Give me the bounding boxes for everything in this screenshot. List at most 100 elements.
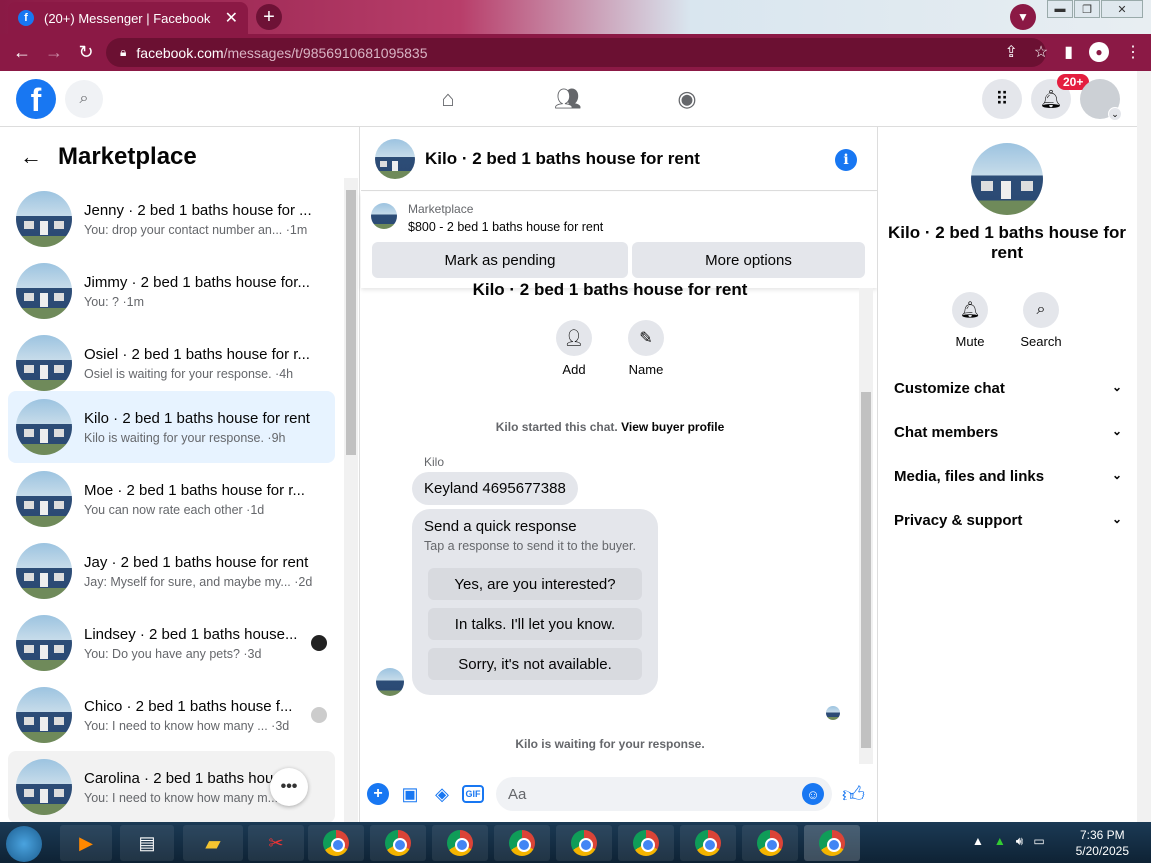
chevron-down-icon: ⌄ <box>1111 424 1122 438</box>
more-options-button[interactable]: More options <box>632 242 865 278</box>
sticker-icon[interactable]: ◈ <box>431 783 453 805</box>
close-window-icon[interactable]: ✕ <box>1101 0 1143 18</box>
photo-icon[interactable]: ▣ <box>399 783 421 805</box>
message-bubble[interactable]: Keyland 4695677388 <box>412 472 578 505</box>
chrome-taskbar-icon[interactable] <box>742 825 798 861</box>
reload-icon[interactable]: ↻ <box>70 42 102 63</box>
tab-search-icon[interactable]: ▼ <box>1010 4 1036 30</box>
gif-icon[interactable]: GIF <box>462 785 484 803</box>
chevron-down-icon: ⌄ <box>1111 512 1122 526</box>
menu-grid-icon[interactable]: ⠿ <box>982 79 1022 119</box>
taskbar-clock[interactable]: 7:36 PM 5/20/2025 <box>1076 827 1129 859</box>
back-arrow-icon[interactable]: ← <box>20 144 42 170</box>
facebook-favicon-icon: f <box>18 10 34 26</box>
conversation-item[interactable]: Chico · 2 bed 1 baths house f... You: I n… <box>8 679 335 751</box>
mark-as-pending-button[interactable]: Mark as pending <box>372 242 628 278</box>
url-field[interactable]: 🔒︎ facebook.com/messages/t/9856910681095… <box>106 38 1046 67</box>
conversation-preview: You: I need to know how many ... ·3d <box>84 718 290 733</box>
listing-thumbnail[interactable] <box>371 203 397 229</box>
conversation-title: Jay · 2 bed 1 baths house for rent <box>84 553 309 571</box>
seen-avatar-icon <box>311 635 327 651</box>
sender-avatar[interactable] <box>376 668 404 696</box>
side-panel-icon[interactable]: ▮ <box>1064 42 1073 62</box>
notepad-icon[interactable]: ▤ <box>120 825 174 861</box>
thumbs-up-icon[interactable]: 👍︎ <box>842 781 865 808</box>
snipping-tool-icon[interactable]: ✂ <box>248 825 304 861</box>
tab-close-icon[interactable]: ✕ <box>225 8 238 28</box>
chrome-taskbar-icon[interactable] <box>494 825 550 861</box>
search-in-chat-button[interactable]: ⌕ Search <box>1011 292 1071 349</box>
volume-icon[interactable]: 🔊︎ <box>1016 834 1024 849</box>
sender-name: Kilo <box>424 455 445 469</box>
facebook-logo-icon[interactable]: f <box>16 79 56 119</box>
back-icon[interactable]: ← <box>6 42 38 63</box>
house-avatar <box>16 471 72 527</box>
friends-icon[interactable]: 👥︎ <box>554 85 582 113</box>
search-label: Search <box>1020 334 1062 349</box>
info-icon[interactable]: i <box>835 149 857 171</box>
conversation-title: Lindsey · 2 bed 1 baths house... <box>84 625 298 643</box>
add-people-button[interactable]: 👤︎ Add <box>544 320 604 377</box>
restore-icon[interactable]: ❐ <box>1074 0 1100 18</box>
conversation-item-active[interactable]: Kilo · 2 bed 1 baths house for rent Kilo … <box>8 391 335 463</box>
browser-tab[interactable]: f (20+) Messenger | Facebook ✕ <box>8 2 248 34</box>
quick-reply-button[interactable]: Sorry, it's not available. <box>428 648 642 680</box>
chrome-taskbar-icon[interactable] <box>432 825 488 861</box>
chat-details-avatar[interactable] <box>971 143 1043 215</box>
mute-button[interactable]: 🔔︎ Mute <box>940 292 1000 349</box>
tray-expand-icon[interactable]: ▲ <box>972 834 984 849</box>
chat-avatar[interactable] <box>375 138 415 179</box>
listing-price[interactable]: $800 - 2 bed 1 baths house for rent <box>408 220 603 234</box>
chrome-taskbar-icon[interactable] <box>680 825 736 861</box>
address-bar: ← → ↻ 🔒︎ facebook.com/messages/t/9856910… <box>0 34 1151 71</box>
page-scrollbar[interactable] <box>1137 71 1151 822</box>
account-avatar[interactable]: ⌄ <box>1080 79 1122 121</box>
list-scrollbar[interactable] <box>344 178 358 822</box>
more-options-icon[interactable]: ••• <box>270 768 308 806</box>
app-tray-icon[interactable]: ▲ <box>994 834 1006 849</box>
house-avatar <box>16 543 72 599</box>
network-icon[interactable]: ▭ <box>1033 834 1044 849</box>
forward-icon[interactable]: → <box>38 42 70 63</box>
name-chat-button[interactable]: ✎ Name <box>616 320 676 377</box>
bookmark-star-icon[interactable]: ☆ <box>1034 42 1048 62</box>
groups-icon[interactable]: ◉ <box>673 85 701 113</box>
home-icon[interactable]: ⌂ <box>434 85 462 113</box>
plus-icon[interactable]: + <box>367 783 389 805</box>
message-input[interactable]: Aa ☺ <box>496 777 832 811</box>
scroll-thumb[interactable] <box>861 392 871 748</box>
chrome-taskbar-icon[interactable] <box>556 825 612 861</box>
quick-reply-button[interactable]: In talks. I'll let you know. <box>428 608 642 640</box>
conversation-item[interactable]: Moe · 2 bed 1 baths house for r... You ca… <box>8 463 335 535</box>
quick-reply-button[interactable]: Yes, are you interested? <box>428 568 642 600</box>
media-player-icon[interactable]: ▶ <box>60 825 112 861</box>
thread-scrollbar[interactable] <box>859 288 873 764</box>
file-explorer-icon[interactable]: ▰ <box>183 825 243 861</box>
customize-chat-section[interactable]: Customize chat ⌄ <box>894 380 1122 397</box>
chrome-taskbar-icon[interactable] <box>370 825 426 861</box>
scroll-thumb[interactable] <box>346 190 356 455</box>
chrome-taskbar-icon[interactable] <box>308 825 364 861</box>
conversation-item[interactable]: Jimmy · 2 bed 1 baths house for... You: ?… <box>8 255 335 327</box>
search-icon[interactable]: ⌕ <box>65 80 103 118</box>
start-button-icon[interactable] <box>6 826 42 862</box>
conversation-item[interactable]: Jenny · 2 bed 1 baths house for ... You: … <box>8 183 335 255</box>
menu-kebab-icon[interactable]: ⋮ <box>1125 42 1141 62</box>
media-files-links-section[interactable]: Media, files and links ⌄ <box>894 468 1122 485</box>
minimize-icon[interactable]: ▬ <box>1047 0 1073 18</box>
list-header: ← Marketplace <box>20 143 197 171</box>
new-tab-button[interactable]: + <box>256 4 282 30</box>
chrome-taskbar-icon-active[interactable] <box>804 825 860 861</box>
chat-title[interactable]: Kilo · 2 bed 1 baths house for rent <box>425 149 700 169</box>
chrome-taskbar-icon[interactable] <box>618 825 674 861</box>
share-icon[interactable]: ⇪ <box>1004 42 1017 62</box>
conversation-item[interactable]: Lindsey · 2 bed 1 baths house... You: Do … <box>8 607 335 679</box>
conversation-item[interactable]: Osiel · 2 bed 1 baths house for r... Osie… <box>8 327 335 399</box>
profile-icon[interactable]: ● <box>1089 42 1109 62</box>
quick-response-card: Send a quick response Tap a response to … <box>412 509 658 695</box>
emoji-icon[interactable]: ☺ <box>802 783 824 805</box>
view-buyer-profile-link[interactable]: View buyer profile <box>621 420 724 434</box>
chat-members-section[interactable]: Chat members ⌄ <box>894 424 1122 441</box>
conversation-item[interactable]: Jay · 2 bed 1 baths house for rent Jay: M… <box>8 535 335 607</box>
privacy-support-section[interactable]: Privacy & support ⌄ <box>894 512 1122 529</box>
